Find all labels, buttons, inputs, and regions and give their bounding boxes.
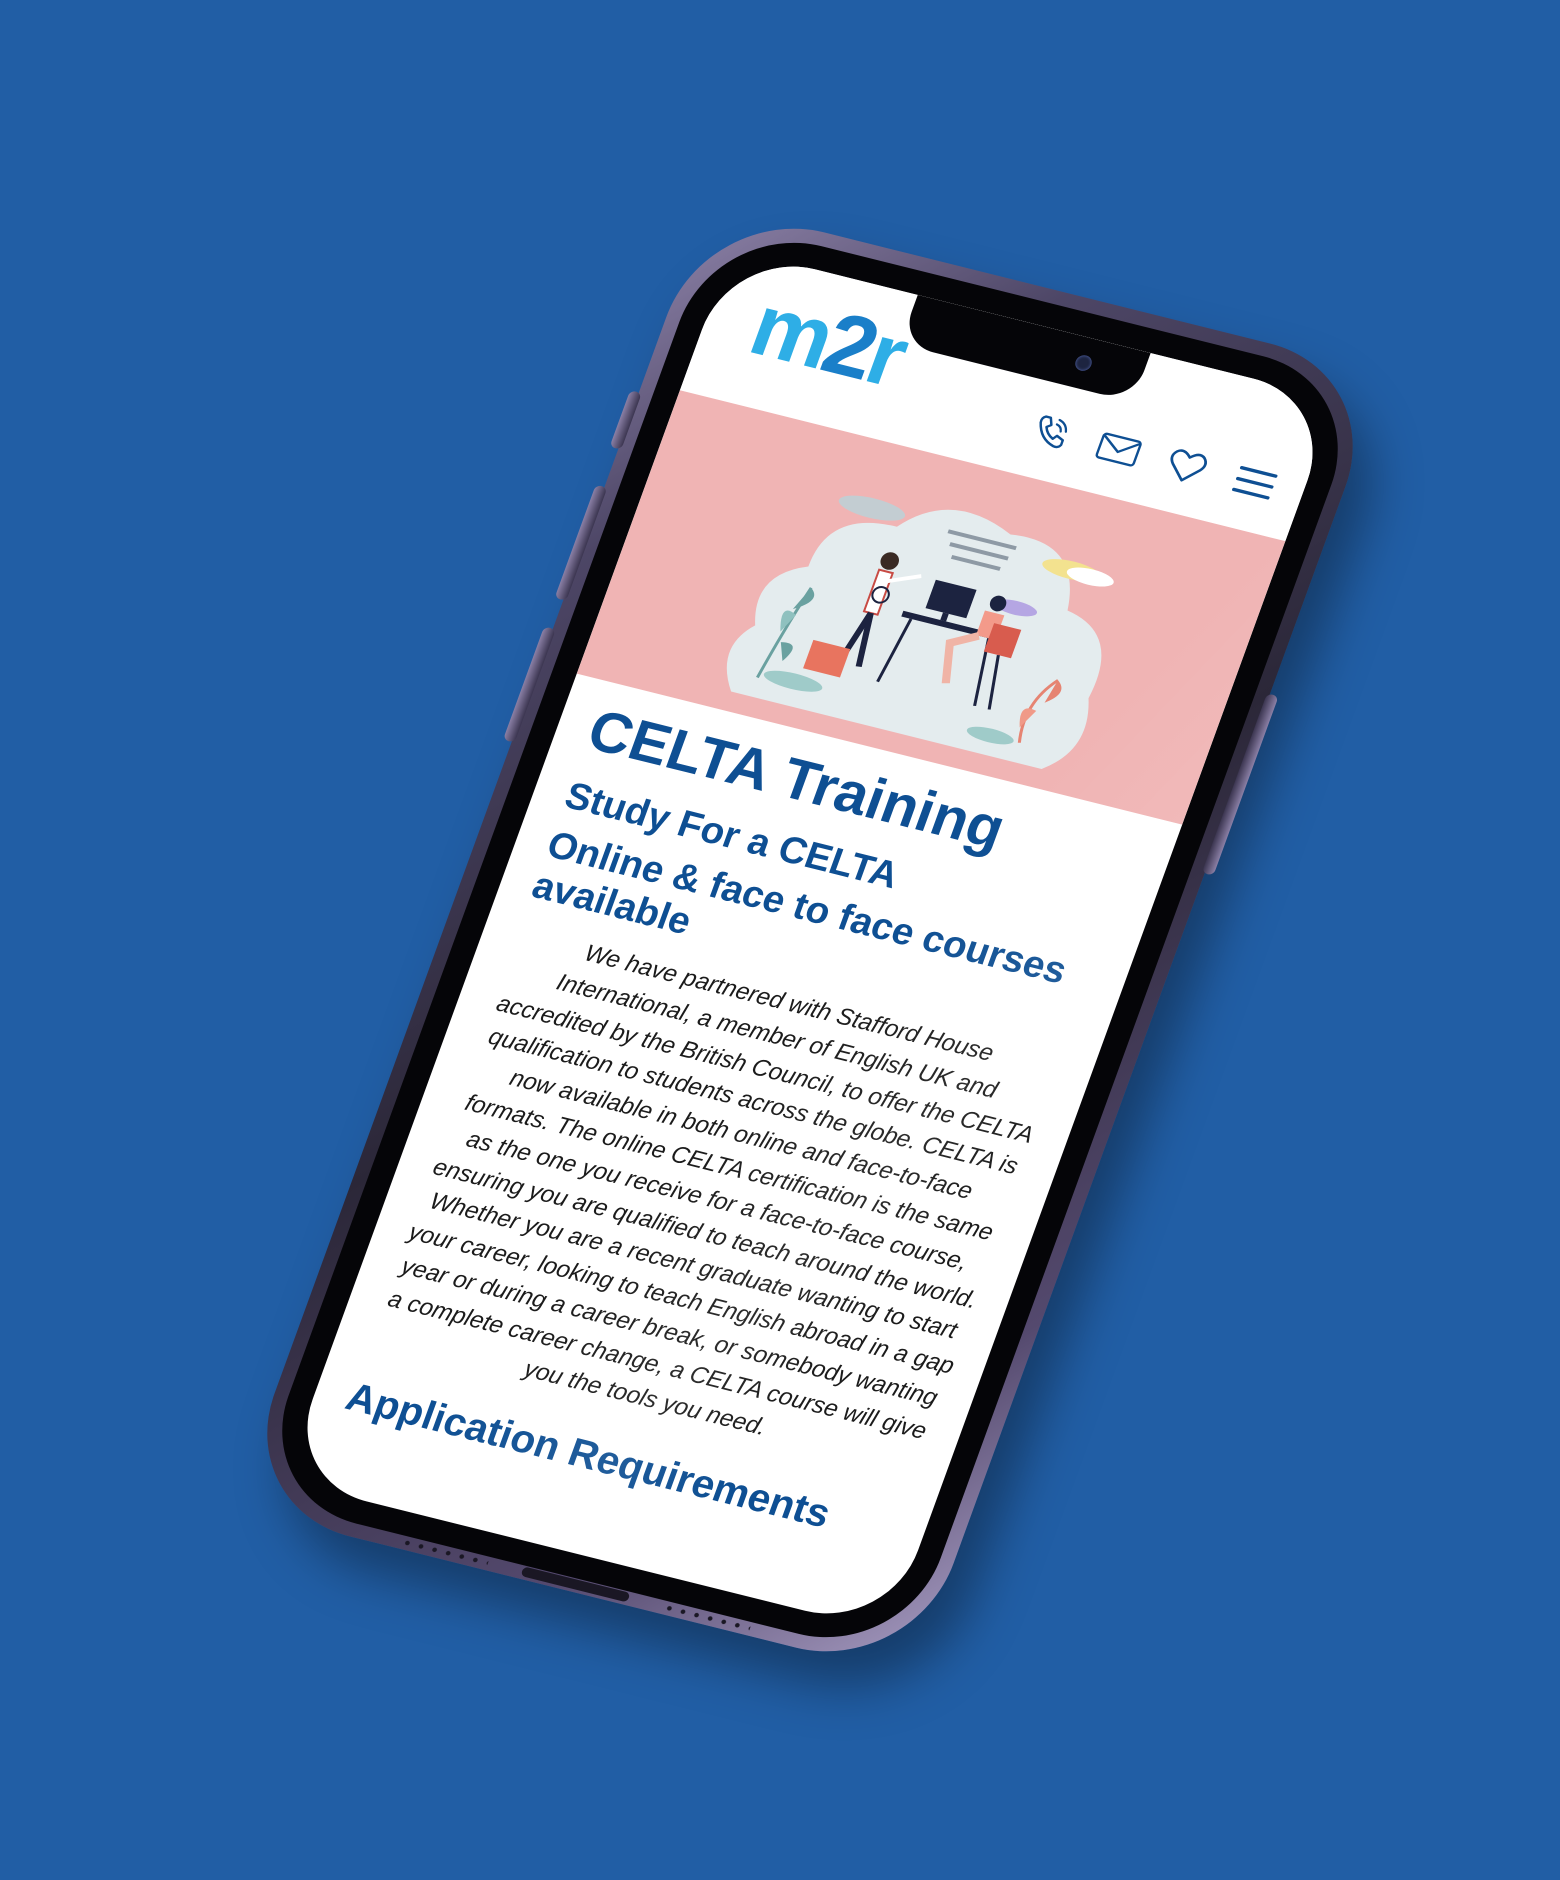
heart-icon-graphic: [1170, 449, 1207, 482]
phone-icon-graphic: [1039, 415, 1068, 449]
main-content: CELTA Training Study For a CELTA Online …: [340, 697, 1148, 1554]
heart-icon[interactable]: [1157, 439, 1217, 494]
hamburger-menu-icon[interactable]: [1224, 456, 1284, 511]
mail-icon-graphic: [1095, 432, 1142, 467]
phone-icon[interactable]: [1021, 405, 1081, 460]
front-camera: [1072, 353, 1095, 373]
hamburger-menu-icon-graphic: [1232, 465, 1278, 500]
mail-icon[interactable]: [1089, 422, 1149, 477]
phone-device: m2r CELTA Training Study For a CELTA Onl…: [233, 203, 1387, 1677]
m2r-logo[interactable]: m2r: [739, 275, 918, 405]
